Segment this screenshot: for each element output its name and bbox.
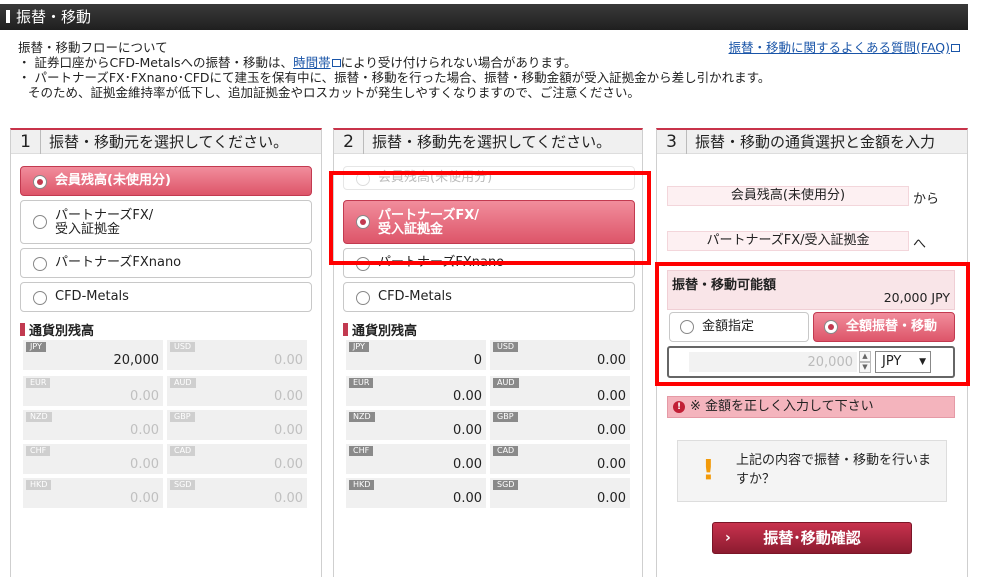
balance-cell: NZD 0.00 [23,410,163,440]
confirm-prompt-text: 上記の内容で振替・移動を行いますか？ [736,453,932,487]
page-title: 振替・移動 [16,8,92,26]
step2-panel: 2 振替・移動先を選択してください。 会員残高(未使用分) パートナーズFX/受入… [333,128,643,577]
from-suffix: から [913,192,940,207]
mode-full-transfer[interactable]: 全額振替・移動 [813,312,955,342]
dest-option-fxnano[interactable]: パートナーズFXnano [343,248,635,278]
radio-icon [33,291,47,305]
radio-icon [680,320,694,334]
title-bar-mark [6,10,10,23]
available-label: 振替・移動可能額 [672,278,777,293]
confirm-prompt-box: ! 上記の内容で振替・移動を行いますか？ [677,440,947,502]
balance-cell: HKD 0.00 [346,478,486,508]
radio-selected-icon [33,175,47,189]
faq-link[interactable]: 振替・移動に関するよくある質問(FAQ) [729,40,960,55]
balance-cell: USD 0.00 [490,340,630,370]
amount-input[interactable] [689,352,857,372]
currency-select[interactable]: JPY ▼ [875,351,931,373]
balance-cell: EUR 0.00 [346,376,486,406]
external-link-icon [951,44,960,52]
page-title-bar: 振替・移動 [0,4,968,30]
error-icon: ! [673,401,685,413]
amount-stepper[interactable]: ▲ ▼ [859,351,871,373]
radio-icon [356,257,370,271]
step1-heading: 1 振替・移動元を選択してください。 [11,130,321,154]
dest-option-member-balance: 会員残高(未使用分) [343,166,635,190]
balance-cell: NZD 0.00 [346,410,486,440]
note-3: そのため、証拠金維持率が低下し、追加証拠金やロスカットが発生しやすくなりますので… [28,85,640,100]
available-value: 20,000 JPY [883,290,950,305]
time-period-link[interactable]: 時間帯 [293,55,331,70]
balance-cell: CAD 0.00 [167,444,307,474]
balance-cell: JPY 20,000 [23,340,163,370]
confirm-button[interactable]: › 振替･移動確認 [712,522,912,554]
balance-cell: AUD 0.00 [167,376,307,406]
balance-cell: SGD 0.00 [167,478,307,508]
balance-cell: HKD 0.00 [23,478,163,508]
dest-option-cfd-metals[interactable]: CFD-Metals [343,282,635,312]
step1-panel: 1 振替・移動元を選択してください。 会員残高(未使用分) パートナーズFX/受入… [10,128,322,577]
warning-icon: ! [702,453,715,486]
to-account-label: パートナーズFX/受入証拠金 [667,231,909,251]
dropdown-arrow-icon: ▼ [919,357,926,367]
to-suffix: へ [913,237,927,252]
balance-cell: AUD 0.00 [490,376,630,406]
chevron-right-icon: › [725,530,731,546]
source-option-partners-fx[interactable]: パートナーズFX/受入証拠金 [20,200,312,244]
step3-heading: 3 振替・移動の通貨選択と金額を入力 [657,130,967,154]
source-option-fxnano[interactable]: パートナーズFXnano [20,248,312,278]
balance-cell: USD 0.00 [167,340,307,370]
available-amount-box: 振替・移動可能額 20,000 JPY [667,270,955,310]
balance-cell: CHF 0.00 [346,444,486,474]
balance-cell: SGD 0.00 [490,478,630,508]
balance-cell: CHF 0.00 [23,444,163,474]
radio-disabled-icon [356,172,370,186]
balance-cell: CAD 0.00 [490,444,630,474]
source-option-cfd-metals[interactable]: CFD-Metals [20,282,312,312]
step3-panel: 3 振替・移動の通貨選択と金額を入力 会員残高(未使用分) から パートナーズFX… [656,128,968,577]
radio-icon [33,257,47,271]
radio-icon [356,291,370,305]
info-section: 振替・移動フローについて 振替・移動に関するよくある質問(FAQ) ・ 証券口座… [18,40,968,100]
radio-icon [33,215,47,229]
stepper-up-icon[interactable]: ▲ [859,351,871,362]
balance-title: 通貨別残高 [343,320,417,339]
from-account-label: 会員残高(未使用分) [667,186,909,206]
radio-selected-icon [824,320,838,334]
stepper-down-icon[interactable]: ▼ [859,362,871,373]
source-option-member-balance[interactable]: 会員残高(未使用分) [20,166,312,196]
balance-cell: GBP 0.00 [490,410,630,440]
balance-cell: GBP 0.00 [167,410,307,440]
amount-row: ▲ ▼ JPY▼ [667,346,955,378]
radio-selected-icon [356,215,370,229]
error-message: ! ※ 金額を正しく入力して下さい [667,396,955,418]
balance-cell: EUR 0.00 [23,376,163,406]
balance-cell: JPY 0 [346,340,486,370]
dest-option-partners-fx[interactable]: パートナーズFX/受入証拠金 [343,200,635,244]
external-link-icon [331,59,341,67]
note-1: ・ 証券口座からCFD-Metalsへの振替・移動は、時間帯 により受け付けられな… [18,55,577,70]
mode-amount-specified[interactable]: 金額指定 [669,312,809,342]
step2-heading: 2 振替・移動先を選択してください。 [334,130,642,154]
note-2: ・ パートナーズFX･FXnano･CFDにて建玉を保有中に、振替・移動を行った… [18,70,771,85]
balance-title: 通貨別残高 [20,320,94,339]
